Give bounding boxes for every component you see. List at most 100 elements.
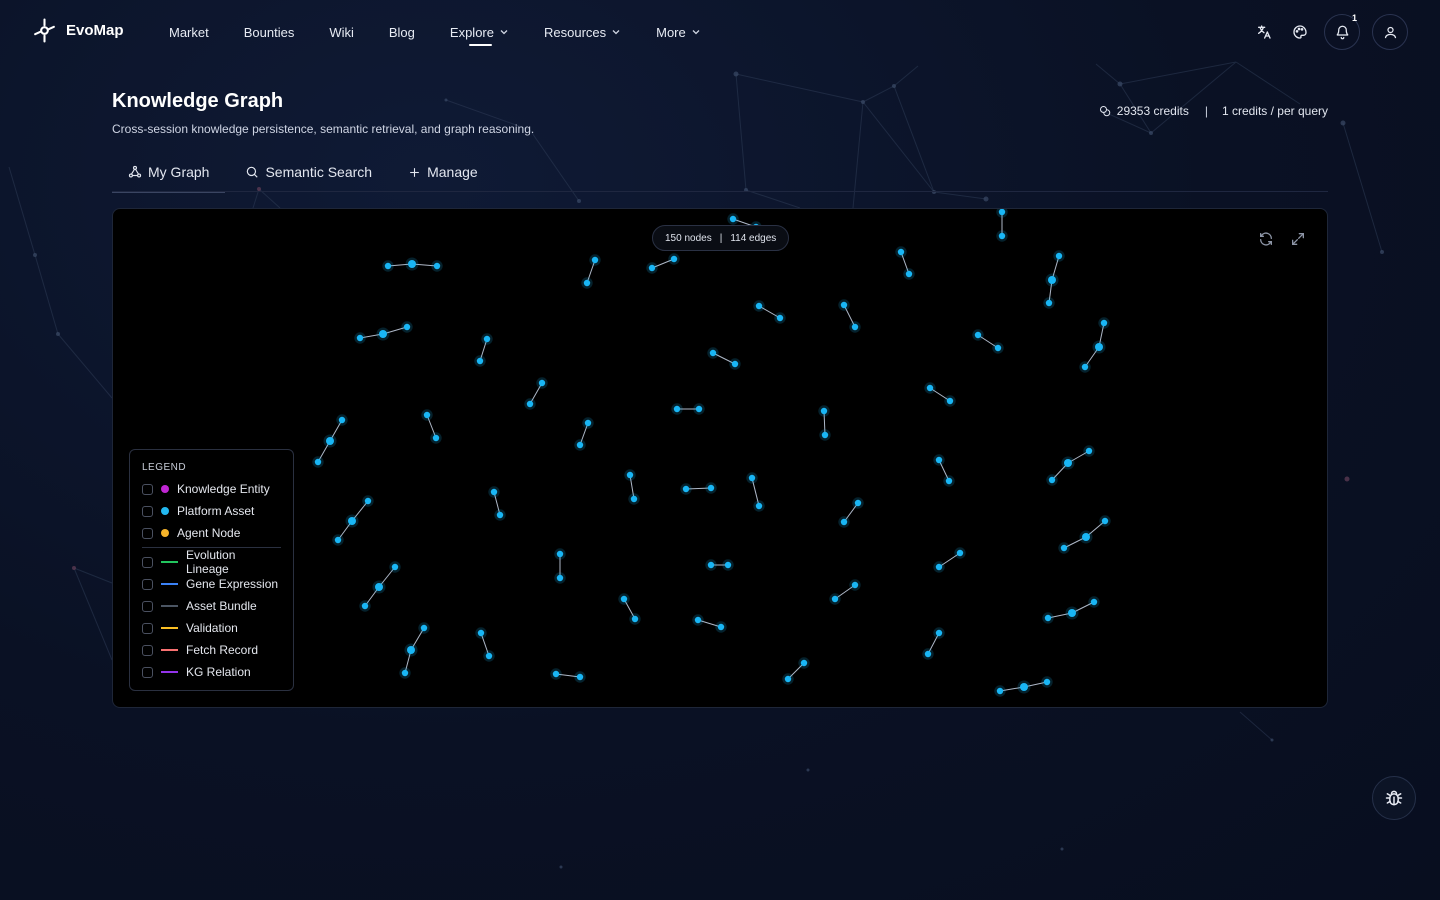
- graph-node[interactable]: [755, 502, 763, 510]
- graph-node[interactable]: [731, 360, 739, 368]
- legend-item-asset-bundle[interactable]: Asset Bundle: [142, 595, 281, 617]
- debug-button[interactable]: [1372, 776, 1416, 820]
- graph-node[interactable]: [584, 419, 592, 427]
- graph-node[interactable]: [356, 334, 364, 342]
- legend-checkbox[interactable]: [142, 505, 153, 517]
- graph-node[interactable]: [707, 561, 715, 569]
- graph-canvas-panel[interactable]: 150 nodes | 114 edges LEGEND Knowledge E…: [112, 208, 1328, 708]
- tab-manage[interactable]: Manage: [392, 152, 494, 192]
- graph-node[interactable]: [717, 623, 725, 631]
- graph-node[interactable]: [924, 650, 932, 658]
- legend-checkbox[interactable]: [142, 666, 153, 678]
- legend-item-gene-expression[interactable]: Gene Expression: [142, 573, 281, 595]
- graph-node[interactable]: [391, 563, 399, 571]
- graph-node[interactable]: [423, 411, 431, 419]
- nav-blog[interactable]: Blog: [389, 0, 415, 64]
- graph-node[interactable]: [384, 262, 392, 270]
- graph-node[interactable]: [1044, 614, 1052, 622]
- graph-node[interactable]: [591, 256, 599, 264]
- graph-node[interactable]: [630, 495, 638, 503]
- graph-node[interactable]: [1020, 683, 1028, 691]
- graph-node[interactable]: [401, 669, 409, 677]
- brand-logo[interactable]: EvoMap: [32, 18, 124, 43]
- graph-node[interactable]: [1095, 343, 1103, 351]
- nav-bounties[interactable]: Bounties: [244, 0, 295, 64]
- graph-node[interactable]: [956, 549, 964, 557]
- legend-checkbox[interactable]: [142, 644, 153, 656]
- graph-node[interactable]: [348, 517, 356, 525]
- graph-node[interactable]: [724, 561, 732, 569]
- graph-node[interactable]: [946, 397, 954, 405]
- graph-node[interactable]: [420, 624, 428, 632]
- graph-node[interactable]: [375, 583, 383, 591]
- legend-checkbox[interactable]: [142, 600, 153, 612]
- graph-node[interactable]: [897, 248, 905, 256]
- graph-node[interactable]: [1048, 476, 1056, 484]
- graph-node[interactable]: [709, 349, 717, 357]
- graph-node[interactable]: [433, 262, 441, 270]
- graph-node[interactable]: [476, 357, 484, 365]
- graph-node[interactable]: [996, 687, 1004, 695]
- graph-node[interactable]: [945, 477, 953, 485]
- graph-node[interactable]: [556, 550, 564, 558]
- graph-node[interactable]: [935, 563, 943, 571]
- legend-checkbox[interactable]: [142, 527, 153, 539]
- graph-node[interactable]: [998, 209, 1006, 216]
- legend-item-agent-node[interactable]: Agent Node: [142, 522, 281, 544]
- graph-node[interactable]: [1085, 447, 1093, 455]
- legend-checkbox[interactable]: [142, 556, 153, 568]
- graph-node[interactable]: [935, 629, 943, 637]
- graph-node[interactable]: [854, 499, 862, 507]
- graph-node[interactable]: [631, 615, 639, 623]
- graph-node[interactable]: [905, 270, 913, 278]
- graph-node[interactable]: [379, 330, 387, 338]
- nav-more[interactable]: More: [656, 0, 701, 64]
- graph-node[interactable]: [935, 456, 943, 464]
- graph-node[interactable]: [707, 484, 715, 492]
- graph-node[interactable]: [526, 400, 534, 408]
- legend-checkbox[interactable]: [142, 622, 153, 634]
- graph-node[interactable]: [490, 488, 498, 496]
- legend-item-kg-relation[interactable]: KG Relation: [142, 661, 281, 683]
- graph-node[interactable]: [556, 574, 564, 582]
- graph-node[interactable]: [840, 301, 848, 309]
- graph-node[interactable]: [926, 384, 934, 392]
- graph-node[interactable]: [1048, 276, 1056, 284]
- graph-node[interactable]: [1064, 459, 1072, 467]
- graph-node[interactable]: [1060, 544, 1068, 552]
- graph-node[interactable]: [1101, 517, 1109, 525]
- graph-node[interactable]: [1045, 299, 1053, 307]
- graph-node[interactable]: [974, 331, 982, 339]
- graph-node[interactable]: [673, 405, 681, 413]
- legend-checkbox[interactable]: [142, 578, 153, 590]
- graph-node[interactable]: [326, 437, 334, 445]
- graph-node[interactable]: [483, 335, 491, 343]
- language-button[interactable]: [1252, 12, 1276, 52]
- nav-resources[interactable]: Resources: [544, 0, 621, 64]
- legend-checkbox[interactable]: [142, 483, 153, 495]
- graph-node[interactable]: [1068, 609, 1076, 617]
- graph-node[interactable]: [695, 405, 703, 413]
- graph-node[interactable]: [496, 511, 504, 519]
- graph-node[interactable]: [998, 232, 1006, 240]
- graph-node[interactable]: [538, 379, 546, 387]
- legend-item-evolution-lineage[interactable]: Evolution Lineage: [142, 548, 281, 576]
- profile-button[interactable]: [1372, 14, 1408, 50]
- graph-node[interactable]: [576, 673, 584, 681]
- graph-node[interactable]: [670, 255, 678, 263]
- graph-node[interactable]: [403, 323, 411, 331]
- legend-item-knowledge-entity[interactable]: Knowledge Entity: [142, 478, 281, 500]
- notifications-button[interactable]: 1: [1324, 13, 1360, 50]
- graph-node[interactable]: [682, 485, 690, 493]
- graph-node[interactable]: [407, 646, 415, 654]
- graph-node[interactable]: [620, 595, 628, 603]
- graph-node[interactable]: [800, 659, 808, 667]
- fullscreen-button[interactable]: [1289, 230, 1307, 248]
- graph-canvas[interactable]: [113, 209, 1328, 708]
- graph-node[interactable]: [432, 434, 440, 442]
- graph-node[interactable]: [729, 215, 737, 223]
- graph-node[interactable]: [994, 344, 1002, 352]
- graph-node[interactable]: [626, 471, 634, 479]
- graph-node[interactable]: [1082, 533, 1090, 541]
- graph-node[interactable]: [583, 279, 591, 287]
